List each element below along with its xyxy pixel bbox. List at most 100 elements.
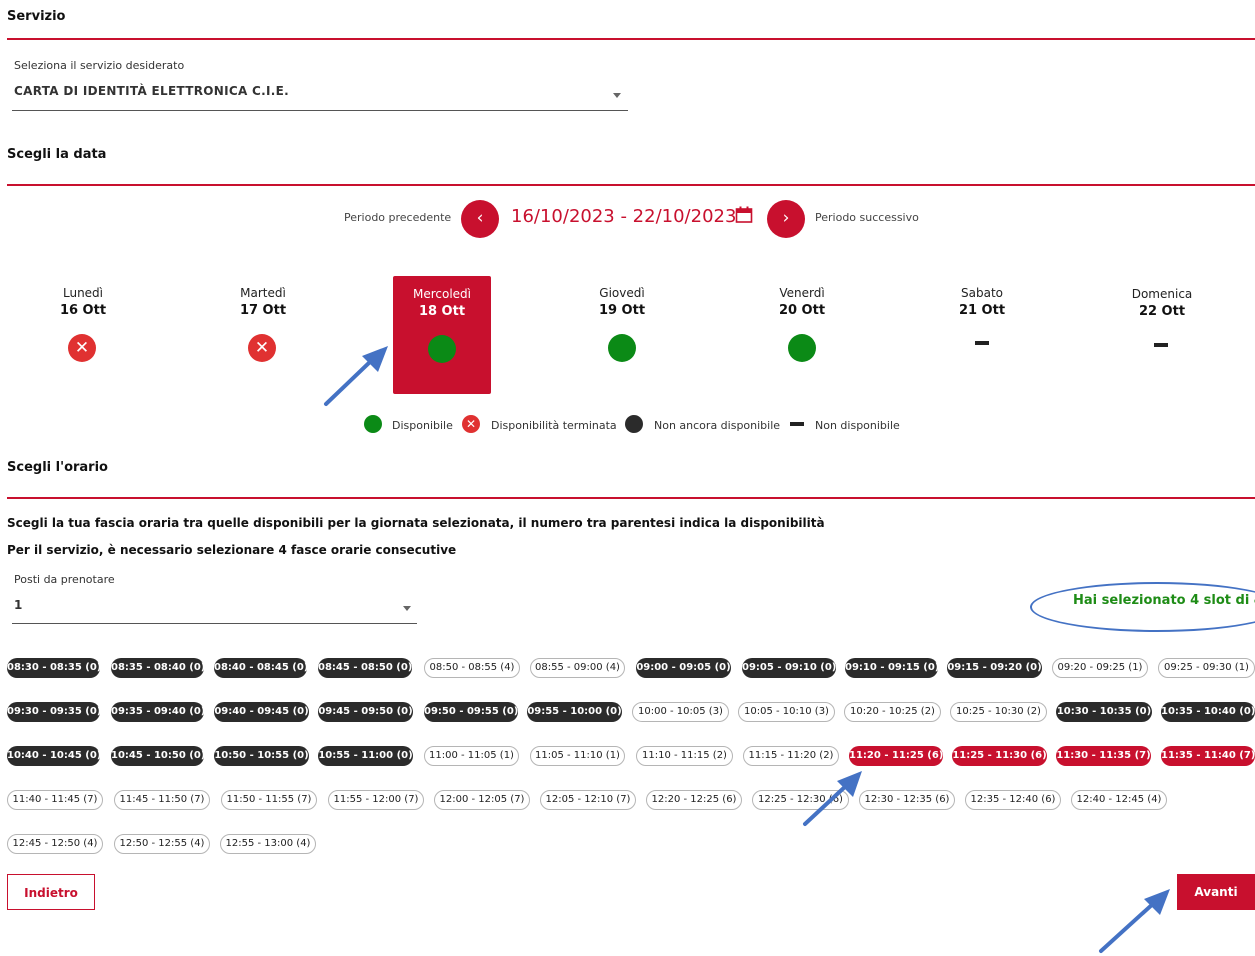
time-slot[interactable]: 12:05 - 12:10 (7) [540,790,636,810]
time-slot[interactable]: 11:45 - 11:50 (7) [114,790,210,810]
time-slot[interactable]: 11:35 - 11:40 (7) [1161,746,1255,766]
next-period-button[interactable]: › [767,200,805,238]
time-slot[interactable]: 11:00 - 11:05 (1) [424,746,519,766]
day-date: 22 Ott [1138,304,1186,319]
day-monday[interactable]: Lunedì 16 Ott [23,286,143,318]
day-name: Venerdì [779,286,825,300]
time-slot[interactable]: 12:00 - 12:05 (7) [434,790,530,810]
time-slot[interactable]: 12:30 - 12:35 (6) [859,790,955,810]
legend-available-label: Disponibile [392,419,453,432]
time-slot[interactable]: 12:25 - 12:30 (6) [752,790,849,810]
time-slot[interactable]: 10:40 - 10:45 (0) [7,746,101,766]
next-period-link[interactable]: Periodo successivo [815,211,919,224]
time-slot[interactable]: 08:45 - 08:50 (0) [318,658,412,678]
time-slot[interactable]: 10:50 - 10:55 (0) [214,746,309,766]
time-slot[interactable]: 10:25 - 10:30 (2) [950,702,1047,722]
prev-period-link[interactable]: Periodo precedente [344,211,451,224]
time-slot[interactable]: 08:40 - 08:45 (0) [214,658,308,678]
time-slot[interactable]: 12:55 - 13:00 (4) [220,834,316,854]
time-slot[interactable]: 12:20 - 12:25 (6) [646,790,742,810]
time-slot[interactable]: 09:00 - 09:05 (0) [636,658,731,678]
selected-slots-info: Hai selezionato 4 slot di 4 [1073,593,1255,608]
section-divider [7,497,1255,499]
time-slot[interactable]: 12:35 - 12:40 (6) [965,790,1061,810]
time-slot[interactable]: 09:20 - 09:25 (1) [1052,658,1148,678]
time-slot[interactable]: 11:05 - 11:10 (1) [530,746,625,766]
unavailable-icon [1154,343,1168,347]
annotation-arrow [324,358,374,406]
time-slot[interactable]: 09:35 - 09:40 (0) [111,702,205,722]
time-slot[interactable]: 09:40 - 09:45 (0) [214,702,309,722]
seats-select-value: 1 [14,598,23,612]
time-slot[interactable]: 11:20 - 11:25 (6) [849,746,943,766]
next-button[interactable]: Avanti [1177,874,1255,910]
day-name: Sabato [961,286,1003,300]
day-name: Domenica [1131,287,1193,301]
calendar-icon[interactable] [735,206,753,224]
time-slot[interactable]: 08:55 - 09:00 (4) [530,658,625,678]
terminated-icon: ✕ [68,334,96,362]
section-divider [7,184,1255,186]
time-slot[interactable]: 10:45 - 10:50 (0) [111,746,205,766]
time-slot[interactable]: 09:50 - 09:55 (0) [424,702,518,722]
time-slot[interactable]: 11:15 - 11:20 (2) [743,746,839,766]
select-underline [12,623,417,624]
service-select-value: CARTA DI IDENTITÀ ELETTRONICA C.I.E. [14,84,290,98]
time-slot[interactable]: 09:15 - 09:20 (0) [947,658,1042,678]
available-icon [788,334,816,362]
date-range: 16/10/2023 - 22/10/2023 [511,206,737,227]
prev-period-button[interactable]: ‹ [461,200,499,238]
annotation-arrow [1099,900,1157,953]
seats-select[interactable]: 1 [12,593,417,625]
time-slot[interactable]: 11:25 - 11:30 (6) [952,746,1047,766]
service-field-label: Seleziona il servizio desiderato [14,59,185,72]
day-name: Mercoledì [412,287,471,301]
legend-available-icon [364,415,382,433]
time-slot[interactable]: 09:55 - 10:00 (0) [527,702,622,722]
day-thursday[interactable]: Giovedì 19 Ott [562,286,682,318]
time-slot[interactable]: 08:35 - 08:40 (0) [111,658,205,678]
time-slot[interactable]: 10:30 - 10:35 (0) [1056,702,1152,722]
time-slot[interactable]: 11:40 - 11:45 (7) [7,790,103,810]
chevron-left-icon: ‹ [476,208,484,228]
chevron-down-icon [403,606,411,611]
time-slot[interactable]: 11:10 - 11:15 (2) [636,746,733,766]
day-friday[interactable]: Venerdì 20 Ott [742,286,862,318]
time-slot[interactable]: 11:30 - 11:35 (7) [1056,746,1151,766]
day-date: 19 Ott [598,303,646,318]
time-slot[interactable]: 10:20 - 10:25 (2) [844,702,941,722]
time-slot[interactable]: 09:45 - 09:50 (0) [318,702,413,722]
day-name: Martedì [240,286,286,300]
back-button[interactable]: Indietro [7,874,95,910]
chevron-right-icon: › [782,208,790,228]
time-slot[interactable]: 10:00 - 10:05 (3) [632,702,729,722]
time-slot[interactable]: 09:05 - 09:10 (0) [742,658,836,678]
time-slot[interactable]: 09:10 - 09:15 (0) [845,658,939,678]
time-slot[interactable]: 11:55 - 12:00 (7) [328,790,424,810]
time-slot[interactable]: 11:50 - 11:55 (7) [221,790,317,810]
date-section-title: Scegli la data [7,147,107,162]
time-slot[interactable]: 09:30 - 09:35 (0) [7,702,101,722]
time-requirement-text: Per il servizio, è necessario selezionar… [7,543,457,557]
time-slot[interactable]: 09:25 - 09:30 (1) [1158,658,1255,678]
time-slot[interactable]: 10:55 - 11:00 (0) [318,746,413,766]
available-icon [608,334,636,362]
day-date: 20 Ott [778,303,826,318]
service-select[interactable]: CARTA DI IDENTITÀ ELETTRONICA C.I.E. [12,78,628,112]
day-tuesday[interactable]: Martedì 17 Ott [203,286,323,318]
time-slot[interactable]: 12:40 - 12:45 (4) [1071,790,1167,810]
time-slot[interactable]: 10:05 - 10:10 (3) [738,702,835,722]
available-icon [428,335,456,363]
time-info-text: Scegli la tua fascia oraria tra quelle d… [7,516,825,530]
time-section-title: Scegli l'orario [7,460,108,475]
day-wednesday[interactable]: Mercoledì 18 Ott [382,287,502,319]
time-slot[interactable]: 12:45 - 12:50 (4) [7,834,103,854]
time-slot[interactable]: 08:50 - 08:55 (4) [424,658,520,678]
day-date: 16 Ott [59,303,107,318]
day-date: 18 Ott [418,304,466,319]
time-slot[interactable]: 10:35 - 10:40 (0) [1161,702,1255,722]
time-slot[interactable]: 12:50 - 12:55 (4) [114,834,210,854]
select-underline [12,110,628,111]
time-slot[interactable]: 08:30 - 08:35 (0) [7,658,101,678]
day-name: Lunedì [62,286,104,300]
